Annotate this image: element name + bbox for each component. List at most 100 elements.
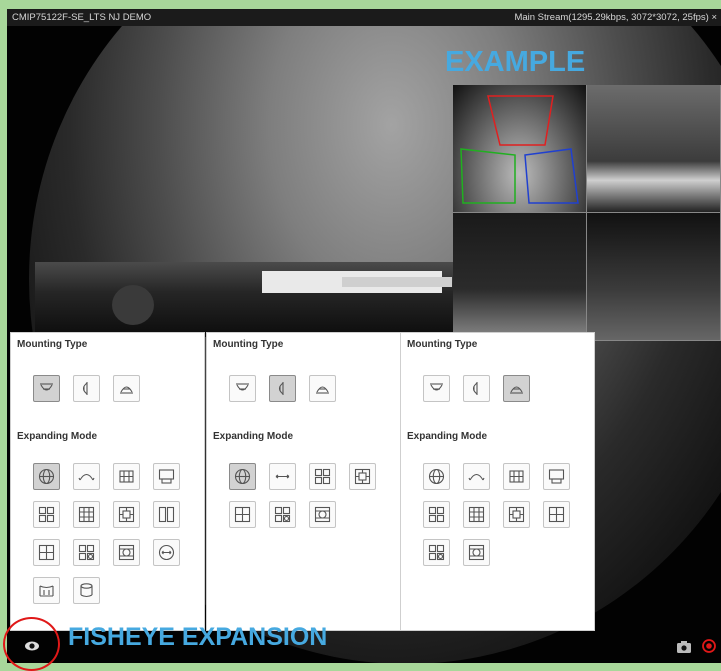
- quad-ptz-button[interactable]: [229, 501, 256, 528]
- fisheye-settings-panel: Mounting Type Expanding Mode: [206, 332, 401, 631]
- quad-ptz-icon: [548, 506, 565, 523]
- fisheye-settings-panel: Mounting Type Expanding Mode: [10, 332, 205, 631]
- panorama-3ptz-icon: [38, 506, 55, 523]
- panorama-8ptz-button[interactable]: [113, 501, 140, 528]
- fisheye-8ptz-button[interactable]: [113, 539, 140, 566]
- 360-panorama-button[interactable]: [113, 463, 140, 490]
- quad-ptz-icon: [38, 544, 55, 561]
- eye-icon[interactable]: [24, 638, 40, 654]
- ceiling-mount-button[interactable]: [423, 375, 450, 402]
- quad-ptz-icon: [234, 506, 251, 523]
- ceiling-mount-icon: [40, 383, 53, 391]
- wall-mount-button[interactable]: [463, 375, 490, 402]
- panorama-8ptz-icon: [508, 506, 525, 523]
- expanding-mode-heading: Expanding Mode: [213, 431, 293, 442]
- desktop-mount-button[interactable]: [503, 375, 530, 402]
- panorama-6ptz-button[interactable]: [463, 501, 490, 528]
- fisheye-3ptz-icon: [428, 544, 445, 561]
- building-lights: [342, 277, 452, 287]
- panorama-3ptz-button[interactable]: [309, 463, 336, 490]
- mounting-type-heading: Mounting Type: [17, 339, 88, 350]
- record-icon[interactable]: [702, 639, 716, 653]
- dual-180-icon: [158, 506, 175, 523]
- wall-mount-icon: [278, 382, 284, 395]
- wall-mount-icon: [82, 382, 88, 395]
- camera-icon[interactable]: [677, 641, 691, 653]
- fisheye-3ptz-icon: [274, 506, 291, 523]
- panorama-ptz-icon: [548, 469, 565, 484]
- quad-ptz-button[interactable]: [33, 539, 60, 566]
- 180-panorama-button[interactable]: [73, 463, 100, 490]
- panorama-ptz-button[interactable]: [543, 463, 570, 490]
- fisheye-view-icon: [234, 468, 251, 485]
- horizontal-panorama-icon: [275, 474, 290, 479]
- example-ptz-quadrant: [587, 213, 721, 341]
- fisheye-view-button[interactable]: [229, 463, 256, 490]
- fisheye-expansion-label: FISHEYE EXPANSION: [68, 623, 328, 651]
- ceiling-mount-icon: [430, 383, 443, 391]
- 180-panorama-icon: [468, 473, 485, 481]
- panorama-3ptz-icon: [428, 506, 445, 523]
- ceiling-mount-button[interactable]: [33, 375, 60, 402]
- panorama-8ptz-button[interactable]: [349, 463, 376, 490]
- wall-mount-button[interactable]: [73, 375, 100, 402]
- wall-mount-icon: [472, 382, 478, 395]
- panorama-3ptz-icon: [314, 468, 331, 485]
- mounting-type-heading: Mounting Type: [213, 339, 284, 350]
- desktop-mount-icon: [510, 386, 523, 394]
- wall-mount-button[interactable]: [269, 375, 296, 402]
- radial-expansion-icon: [158, 544, 175, 561]
- fisheye-view-button[interactable]: [423, 463, 450, 490]
- fisheye-8ptz-button[interactable]: [463, 539, 490, 566]
- cylinder-expansion-icon: [39, 585, 54, 597]
- ptz-overlay-icon: [460, 95, 579, 204]
- fisheye-3ptz-button[interactable]: [269, 501, 296, 528]
- panorama-ptz-button[interactable]: [153, 463, 180, 490]
- desktop-mount-icon: [120, 386, 133, 394]
- 180-panorama-button[interactable]: [463, 463, 490, 490]
- panorama-6ptz-button[interactable]: [73, 501, 100, 528]
- expanding-mode-heading: Expanding Mode: [407, 431, 487, 442]
- example-image: [453, 85, 721, 341]
- panorama-8ptz-icon: [354, 468, 371, 485]
- example-ptz-quadrant: [587, 85, 721, 213]
- mounting-type-heading: Mounting Type: [407, 339, 478, 350]
- panorama-3ptz-button[interactable]: [33, 501, 60, 528]
- tree-shape: [112, 285, 154, 325]
- 360-panorama-icon: [509, 470, 524, 483]
- title-bar: CMIP75122F-SE_LTS NJ DEMO Main Stream(12…: [7, 9, 721, 26]
- dual-180-button[interactable]: [153, 501, 180, 528]
- fisheye-view-button[interactable]: [33, 463, 60, 490]
- example-fisheye-quadrant: [453, 85, 587, 213]
- fisheye-3ptz-button[interactable]: [423, 539, 450, 566]
- 360-panorama-icon: [119, 470, 134, 483]
- fisheye-8ptz-icon: [468, 544, 485, 561]
- fisheye-view-icon: [428, 468, 445, 485]
- desktop-mount-button[interactable]: [113, 375, 140, 402]
- 360-panorama-button[interactable]: [503, 463, 530, 490]
- example-ptz-quadrant: [453, 213, 587, 341]
- fisheye-3ptz-icon: [78, 544, 95, 561]
- desktop-mount-icon: [316, 386, 329, 394]
- cylinder-icon: [80, 583, 93, 598]
- 180-panorama-icon: [78, 473, 95, 481]
- fisheye-settings-panel: Mounting Type Expanding Mode: [400, 332, 595, 631]
- expanding-mode-heading: Expanding Mode: [17, 431, 97, 442]
- panorama-3ptz-button[interactable]: [423, 501, 450, 528]
- panorama-ptz-icon: [158, 469, 175, 484]
- panorama-6ptz-icon: [78, 506, 95, 523]
- fisheye-8ptz-button[interactable]: [309, 501, 336, 528]
- fisheye-3ptz-button[interactable]: [73, 539, 100, 566]
- panorama-8ptz-button[interactable]: [503, 501, 530, 528]
- desktop-mount-button[interactable]: [309, 375, 336, 402]
- example-label: EXAMPLE: [445, 46, 586, 78]
- close-icon[interactable]: ×: [711, 12, 717, 23]
- horizontal-panorama-button[interactable]: [269, 463, 296, 490]
- quad-ptz-button[interactable]: [543, 501, 570, 528]
- fisheye-8ptz-icon: [118, 544, 135, 561]
- cylinder-expansion-button[interactable]: [33, 577, 60, 604]
- ceiling-mount-button[interactable]: [229, 375, 256, 402]
- fisheye-view-icon: [38, 468, 55, 485]
- radial-expansion-button[interactable]: [153, 539, 180, 566]
- cylinder-button[interactable]: [73, 577, 100, 604]
